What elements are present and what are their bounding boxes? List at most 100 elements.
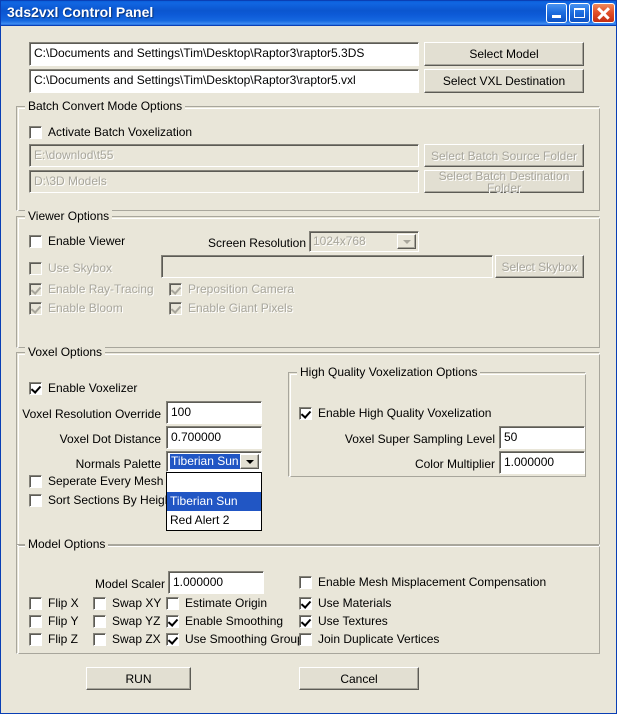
- checkbox-label: Swap ZX: [112, 632, 161, 646]
- high-quality-group-label: High Quality Voxelization Options: [297, 365, 481, 379]
- batch-convert-group-label: Batch Convert Mode Options: [25, 99, 186, 113]
- voxel-options-group-label: Voxel Options: [25, 345, 106, 359]
- swap-xy-checkbox[interactable]: Swap XY: [93, 596, 161, 610]
- use-textures-checkbox[interactable]: Use Textures: [299, 614, 388, 628]
- viewer-options-group-label: Viewer Options: [25, 209, 113, 223]
- minimize-icon: [552, 15, 561, 18]
- checkbox-box: [93, 632, 106, 646]
- model-options-group-label: Model Options: [25, 537, 109, 551]
- screen-resolution-value: 1024x768: [313, 234, 366, 248]
- list-item[interactable]: Red Alert 2: [167, 511, 261, 530]
- checkbox-label: Use Skybox: [48, 261, 113, 275]
- checkbox-box: [299, 614, 312, 628]
- select-vxl-destination-button[interactable]: Select VXL Destination: [424, 69, 584, 93]
- checkbox-box: [29, 614, 42, 628]
- checkbox-box: [166, 632, 179, 646]
- checkbox-label: Use Textures: [318, 614, 388, 628]
- caption-button-group: [546, 3, 615, 23]
- cancel-button[interactable]: Cancel: [299, 667, 419, 690]
- preposition-camera-checkbox: Preposition Camera: [169, 282, 294, 296]
- model-scaler-label: Model Scaler: [94, 577, 165, 591]
- checkbox-box: [29, 234, 42, 248]
- checkbox-box: [166, 596, 179, 610]
- normals-palette-dropdown-list[interactable]: Tiberian Sun Red Alert 2: [166, 472, 262, 531]
- checkbox-label: Enable High Quality Voxelization: [318, 406, 492, 420]
- voxel-super-sampling-level-input[interactable]: 50: [499, 426, 585, 449]
- checkbox-label: Enable Bloom: [48, 301, 123, 315]
- use-smoothing-groups-checkbox[interactable]: Use Smoothing Groups: [166, 632, 310, 646]
- checkbox-label: Seperate Every Mesh: [48, 474, 164, 488]
- checkbox-box: [93, 596, 106, 610]
- swap-zx-checkbox[interactable]: Swap ZX: [93, 632, 161, 646]
- enable-mesh-misplacement-compensation-checkbox[interactable]: Enable Mesh Misplacement Compensation: [299, 575, 546, 589]
- checkbox-label: Enable Mesh Misplacement Compensation: [318, 575, 547, 589]
- seperate-every-mesh-checkbox[interactable]: Seperate Every Mesh: [29, 474, 163, 488]
- voxel-resolution-override-label: Voxel Resolution Override: [22, 407, 161, 421]
- enable-high-quality-voxelization-checkbox[interactable]: Enable High Quality Voxelization: [299, 406, 491, 420]
- checkbox-box: [29, 474, 42, 488]
- checkbox-label: Preposition Camera: [188, 282, 295, 296]
- enable-smoothing-checkbox[interactable]: Enable Smoothing: [166, 614, 283, 628]
- checkbox-box: [166, 614, 179, 628]
- checkbox-box: [169, 282, 182, 296]
- checkbox-label: Swap XY: [112, 596, 162, 610]
- enable-voxelizer-checkbox[interactable]: Enable Voxelizer: [29, 381, 137, 395]
- checkbox-box: [29, 125, 42, 139]
- voxel-super-sampling-level-label: Voxel Super Sampling Level: [344, 432, 495, 446]
- checkbox-box: [29, 301, 42, 315]
- checkbox-box: [29, 493, 42, 507]
- voxel-resolution-override-input[interactable]: 100: [166, 401, 262, 424]
- checkbox-label: Use Smoothing Groups: [185, 632, 310, 646]
- checkbox-label: Enable Giant Pixels: [188, 301, 293, 315]
- flip-z-checkbox[interactable]: Flip Z: [29, 632, 78, 646]
- checkbox-label: Estimate Origin: [185, 596, 268, 610]
- select-model-button[interactable]: Select Model: [424, 42, 584, 66]
- select-skybox-button: Select Skybox: [495, 255, 584, 278]
- batch-destination-input: D:\3D Models: [29, 170, 419, 193]
- normals-palette-combo[interactable]: Tiberian Sun: [166, 451, 262, 472]
- checkbox-label: Enable Ray-Tracing: [48, 282, 154, 296]
- list-item[interactable]: [167, 473, 261, 492]
- checkbox-label: Enable Voxelizer: [48, 381, 138, 395]
- estimate-origin-checkbox[interactable]: Estimate Origin: [166, 596, 267, 610]
- join-duplicate-vertices-checkbox[interactable]: Join Duplicate Vertices: [299, 632, 439, 646]
- chevron-down-icon[interactable]: [240, 454, 259, 469]
- checkbox-label: Enable Smoothing: [185, 614, 284, 628]
- normals-palette-label: Normals Palette: [75, 457, 161, 471]
- checkbox-box: [29, 632, 42, 646]
- enable-ray-tracing-checkbox: Enable Ray-Tracing: [29, 282, 154, 296]
- swap-yz-checkbox[interactable]: Swap YZ: [93, 614, 160, 628]
- screen-resolution-combo: 1024x768: [309, 231, 419, 252]
- checkbox-label: Flip Y: [48, 614, 79, 628]
- select-batch-destination-folder-button: Select Batch Destination Folder: [424, 170, 584, 194]
- maximize-button[interactable]: [569, 3, 590, 23]
- enable-giant-pixels-checkbox: Enable Giant Pixels: [169, 301, 293, 315]
- activate-batch-voxelization-checkbox[interactable]: Activate Batch Voxelization: [29, 125, 192, 139]
- use-materials-checkbox[interactable]: Use Materials: [299, 596, 391, 610]
- voxel-dot-distance-input[interactable]: 0.700000: [166, 426, 262, 449]
- checkbox-box: [299, 632, 312, 646]
- checkbox-label: Flip X: [48, 596, 79, 610]
- model-scaler-input[interactable]: 1.000000: [168, 571, 264, 594]
- enable-viewer-checkbox[interactable]: Enable Viewer: [29, 234, 125, 248]
- vxl-path-input[interactable]: C:\Documents and Settings\Tim\Desktop\Ra…: [29, 69, 419, 93]
- checkbox-box: [299, 575, 312, 589]
- checkbox-label: Activate Batch Voxelization: [48, 125, 193, 139]
- use-skybox-checkbox: Use Skybox: [29, 261, 112, 275]
- chevron-down-icon: [397, 234, 416, 249]
- client-area: C:\Documents and Settings\Tim\Desktop\Ra…: [1, 26, 616, 713]
- flip-x-checkbox[interactable]: Flip X: [29, 596, 79, 610]
- checkbox-box: [29, 596, 42, 610]
- model-path-input[interactable]: C:\Documents and Settings\Tim\Desktop\Ra…: [29, 42, 419, 66]
- sort-sections-by-height-checkbox[interactable]: Sort Sections By Height: [29, 493, 175, 507]
- color-multiplier-input[interactable]: 1.000000: [499, 451, 585, 474]
- flip-y-checkbox[interactable]: Flip Y: [29, 614, 78, 628]
- checkbox-box: [299, 596, 312, 610]
- list-item[interactable]: Tiberian Sun: [167, 492, 261, 511]
- checkbox-label: Swap YZ: [112, 614, 161, 628]
- checkbox-box: [169, 301, 182, 315]
- minimize-button[interactable]: [546, 3, 567, 23]
- skybox-path-input: [161, 255, 493, 278]
- run-button[interactable]: RUN: [86, 667, 191, 690]
- close-button[interactable]: [592, 3, 615, 23]
